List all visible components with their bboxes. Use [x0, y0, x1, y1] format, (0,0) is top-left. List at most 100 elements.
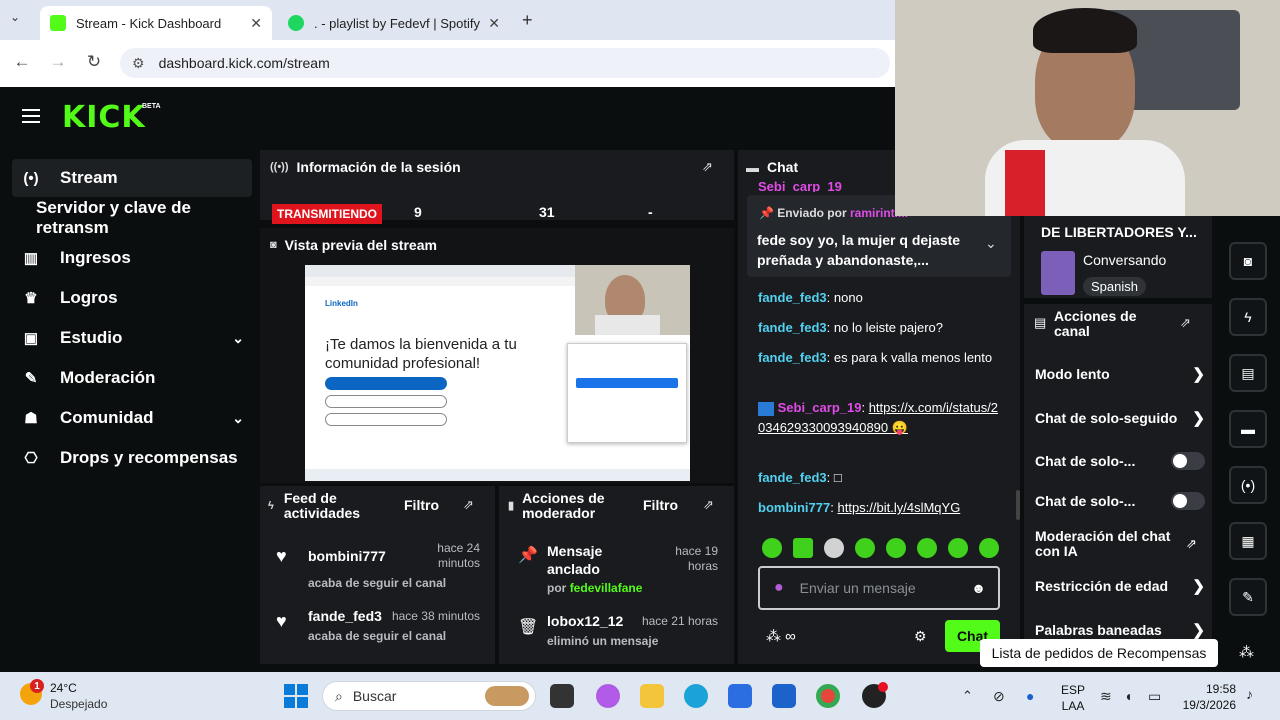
taskbar-search[interactable]: ⌕ Buscar — [322, 681, 536, 711]
expand-icon[interactable]: ⇗ — [1180, 315, 1191, 331]
sidebar-item-stream[interactable]: (•) Stream — [12, 159, 252, 197]
action-ai-moderation[interactable]: Moderación del chat con IA — [1035, 529, 1185, 559]
chat-bubble-icon[interactable]: ▬ — [1229, 410, 1267, 448]
sidebar-item-drops[interactable]: ⎔ Drops y recompensas — [12, 439, 252, 477]
task-view-icon[interactable] — [550, 684, 574, 708]
broadcast-icon: ((•)) — [270, 161, 289, 173]
emote-icon[interactable] — [824, 538, 844, 558]
microphone-icon[interactable]: ● — [1026, 688, 1034, 704]
chevron-down-icon[interactable]: ⌄ — [985, 235, 997, 252]
category-thumbnail[interactable] — [1041, 251, 1075, 295]
edge-icon[interactable] — [684, 684, 708, 708]
back-icon[interactable]: ← — [10, 52, 34, 72]
forward-icon[interactable]: → — [46, 52, 70, 72]
external-link-icon[interactable]: ⇗ — [1186, 536, 1197, 552]
toggle-switch[interactable] — [1171, 492, 1205, 510]
rewards-icon[interactable]: ⁂ — [1239, 643, 1254, 661]
camera-focus-icon[interactable]: ◙ — [1229, 242, 1267, 280]
emote-icon[interactable] — [948, 538, 968, 558]
chat-username[interactable]: fande_fed3 — [758, 350, 827, 365]
feed-item-user[interactable]: bombini777 — [308, 548, 386, 564]
emote-icon[interactable] — [855, 538, 875, 558]
chevron-up-icon[interactable]: ⌃ — [962, 688, 973, 704]
wifi-icon[interactable]: ≋ — [1100, 688, 1112, 705]
layout-icon[interactable]: ▦ — [1229, 522, 1267, 560]
mod-filter-button[interactable]: Filtro — [643, 497, 678, 513]
chat-scrollbar[interactable] — [1016, 490, 1020, 520]
chat-link[interactable]: https://bit.ly/4slMqYG — [837, 500, 960, 515]
emote-icon[interactable] — [917, 538, 937, 558]
copilot-icon[interactable] — [596, 684, 620, 708]
emote-icon[interactable] — [762, 538, 782, 558]
settings-icon: ▤ — [1034, 315, 1047, 330]
action-followers-only[interactable]: Chat de solo-seguido ❯ — [1035, 410, 1205, 427]
clock[interactable]: 19:58 19/3/2026 — [1180, 681, 1236, 713]
emote-icon[interactable] — [979, 538, 999, 558]
wrench-icon[interactable]: ✎ — [1229, 578, 1267, 616]
emote-icon[interactable] — [886, 538, 906, 558]
notification-bell-icon[interactable]: ♪ — [1246, 686, 1253, 702]
close-tab-icon[interactable]: ✕ — [250, 15, 262, 32]
mod-by-user[interactable]: fedevillafane — [570, 581, 643, 595]
lightning-icon[interactable]: ϟ — [1229, 298, 1267, 336]
feed-item-user[interactable]: fande_fed3 — [308, 608, 382, 624]
broadcast-icon[interactable]: (•) — [1229, 466, 1267, 504]
chat-username[interactable]: Sebi_carp_19 — [758, 180, 842, 192]
preview-shirt — [595, 315, 660, 335]
sidebar-item-moderacion[interactable]: ✎ Moderación — [12, 359, 252, 397]
store-icon[interactable] — [728, 684, 752, 708]
file-explorer-icon[interactable] — [640, 684, 664, 708]
sidebar-item-server-key[interactable]: Servidor y clave de retransm — [28, 198, 258, 237]
close-tab-icon[interactable]: ✕ — [488, 15, 500, 32]
spotify-favicon-icon — [288, 15, 304, 31]
action-toggle-2[interactable]: Chat de solo-... — [1035, 492, 1205, 510]
site-info-icon[interactable]: ⚙ — [132, 55, 145, 72]
points-icon[interactable]: ⁂ ∞ — [766, 627, 796, 645]
menu-icon[interactable] — [22, 109, 40, 123]
toggle-switch[interactable] — [1171, 452, 1205, 470]
feed-filter-button[interactable]: Filtro — [404, 497, 439, 513]
action-slow-mode[interactable]: Modo lento ❯ — [1035, 366, 1205, 383]
sidebar-item-ingresos[interactable]: ▥ Ingresos — [12, 239, 252, 277]
tab-title: . - playlist by Fedevf | Spotify — [314, 15, 480, 31]
chat-input[interactable]: ● Enviar un mensaje ☻ — [758, 566, 1000, 610]
tab-kick-dashboard[interactable]: Stream - Kick Dashboard ✕ — [40, 6, 272, 40]
action-toggle-1[interactable]: Chat de solo-... — [1035, 452, 1205, 470]
sidebar-item-label: Moderación — [60, 368, 156, 387]
chat-username[interactable]: bombini777 — [758, 500, 830, 515]
network-off-icon[interactable]: ⊘ — [993, 688, 1005, 705]
lang-secondary: LAA — [1061, 699, 1085, 713]
gear-icon[interactable]: ⚙ — [914, 628, 927, 645]
kick-logo[interactable]: KICK — [62, 100, 146, 135]
tab-list-chevron-icon[interactable]: ⌄ — [10, 10, 20, 24]
category-name[interactable]: Conversando — [1083, 252, 1166, 268]
expand-icon[interactable]: ⇗ — [702, 159, 713, 175]
volume-icon[interactable]: ◖ — [1124, 688, 1132, 704]
expand-icon[interactable]: ⇗ — [703, 497, 714, 513]
tab-spotify[interactable]: . - playlist by Fedevf | Spotify ✕ — [278, 6, 510, 40]
stream-preview-video[interactable]: LinkedIn ¡Te damos la bienvenida a tu co… — [305, 265, 690, 481]
chat-username[interactable]: fande_fed3 — [758, 320, 827, 335]
outlook-icon[interactable] — [772, 684, 796, 708]
action-age-restriction[interactable]: Restricción de edad ❯ — [1035, 578, 1205, 595]
chat-username[interactable]: Sebi_carp_19 — [778, 400, 862, 415]
mod-item-title[interactable]: lobox12_12 — [547, 613, 623, 629]
emote-icon[interactable] — [793, 538, 813, 558]
new-tab-icon[interactable]: + — [522, 10, 533, 31]
chat-username[interactable]: fande_fed3 — [758, 470, 827, 485]
reload-icon[interactable]: ↻ — [82, 52, 106, 72]
url-field[interactable]: ⚙ dashboard.kick.com/stream — [120, 48, 890, 78]
sidebar-item-comunidad[interactable]: ☗ Comunidad ⌄ — [12, 399, 252, 437]
sidebar-item-estudio[interactable]: ▣ Estudio ⌄ — [12, 319, 252, 357]
emoji-icon[interactable]: ☻ — [971, 580, 986, 596]
battery-icon[interactable]: ▭ — [1148, 688, 1161, 705]
expand-icon[interactable]: ⇗ — [463, 497, 474, 513]
input-language[interactable]: ESP LAA — [1061, 682, 1085, 714]
microphone-icon[interactable]: ● — [774, 579, 784, 597]
notes-icon[interactable]: ▤ — [1229, 354, 1267, 392]
sidebar-item-logros[interactable]: ♛ Logros — [12, 279, 252, 317]
action-banned-words[interactable]: Palabras baneadas ❯ — [1035, 622, 1205, 639]
chrome-icon[interactable] — [816, 684, 840, 708]
chat-username[interactable]: fande_fed3 — [758, 290, 827, 305]
windows-start-icon[interactable] — [284, 684, 308, 708]
